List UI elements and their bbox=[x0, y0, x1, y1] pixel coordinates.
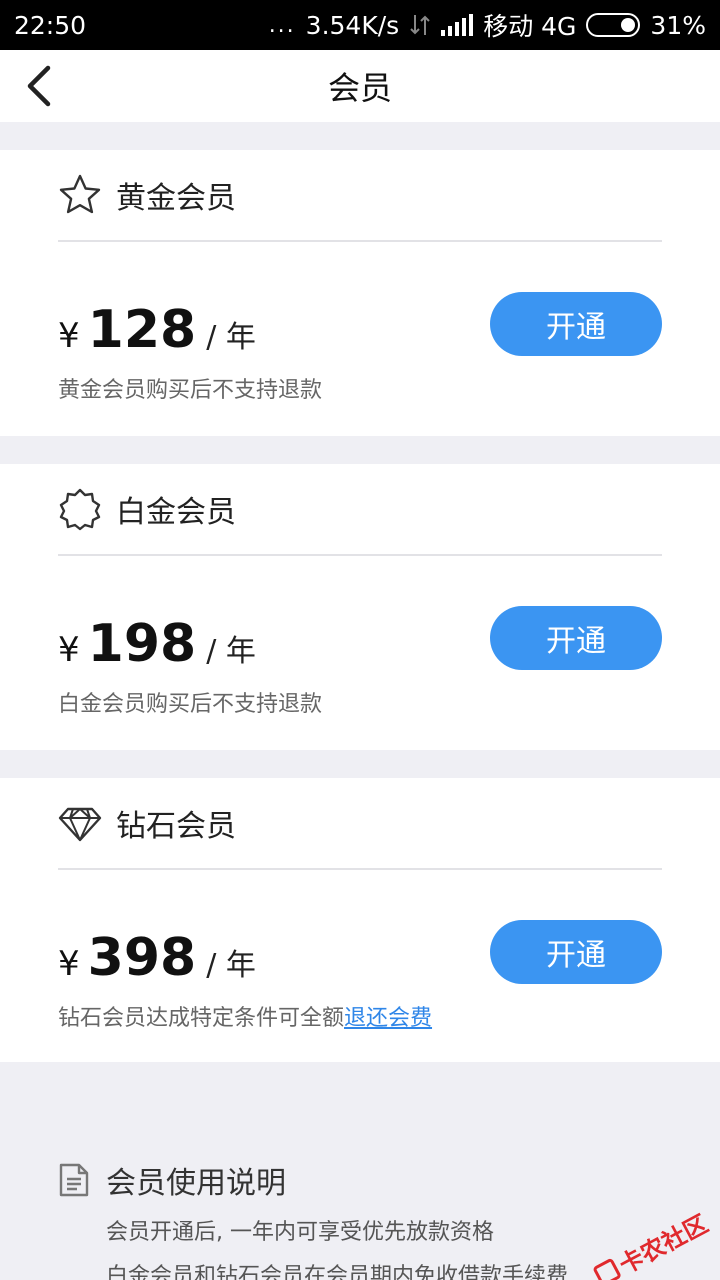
battery-level: 31% bbox=[650, 10, 706, 40]
price-amount: 398 bbox=[87, 928, 197, 988]
price-row: ¥ 128 / 年 bbox=[58, 300, 256, 360]
tier-note: 钻石会员达成特定条件可全额退还会费 bbox=[58, 1000, 432, 1032]
tier-name: 钻石会员 bbox=[116, 809, 236, 844]
membership-info: 会员使用说明 会员开通后, 一年内可享受优先放款资格 白金会员和钻石会员在会员期… bbox=[58, 1158, 658, 1280]
price-currency: ¥ bbox=[58, 630, 80, 670]
diamond-icon bbox=[58, 801, 102, 845]
info-title: 会员使用说明 bbox=[106, 1166, 286, 1201]
tier-header: 白金会员 bbox=[58, 464, 662, 556]
tier-name: 黄金会员 bbox=[116, 181, 236, 216]
tier-card-diamond: 钻石会员 ¥ 398 / 年 开通 钻石会员达成特定条件可全额退还会费 bbox=[0, 778, 720, 1062]
status-bar: 22:50 ... 3.54K/s 移动 4G 31% bbox=[0, 0, 720, 50]
net-speed: 3.54K/s bbox=[305, 10, 400, 40]
price-unit: / 年 bbox=[206, 634, 256, 669]
tier-note: 黄金会员购买后不支持退款 bbox=[58, 378, 323, 403]
price-currency: ¥ bbox=[58, 944, 80, 984]
open-platinum-button[interactable]: 开通 bbox=[490, 606, 662, 670]
status-time: 22:50 bbox=[14, 10, 87, 40]
notification-dots-icon: ... bbox=[268, 12, 296, 38]
page-title: 会员 bbox=[327, 69, 392, 107]
price-currency: ¥ bbox=[58, 316, 80, 356]
badge-icon bbox=[58, 487, 102, 531]
tier-header: 黄金会员 bbox=[58, 150, 662, 242]
carrier-label: 移动 4G bbox=[483, 12, 577, 41]
price-amount: 128 bbox=[87, 300, 197, 360]
open-gold-button[interactable]: 开通 bbox=[490, 292, 662, 356]
battery-icon bbox=[586, 13, 641, 37]
info-title-row: 会员使用说明 bbox=[58, 1158, 658, 1202]
status-right: ... 3.54K/s 移动 4G 31% bbox=[269, 7, 706, 43]
refund-fee-link[interactable]: 退还会费 bbox=[344, 1006, 432, 1031]
price-row: ¥ 398 / 年 bbox=[58, 928, 256, 988]
chevron-left-icon bbox=[27, 65, 51, 107]
document-icon bbox=[59, 1163, 89, 1197]
tier-note-text: 钻石会员达成特定条件可全额 bbox=[58, 1006, 345, 1031]
info-line: 白金会员和钻石会员在会员期内免收借款手续费 bbox=[106, 1264, 569, 1280]
tier-card-platinum: 白金会员 ¥ 198 / 年 开通 白金会员购买后不支持退款 bbox=[0, 464, 720, 750]
signal-icon bbox=[441, 14, 474, 36]
price-unit: / 年 bbox=[206, 320, 256, 355]
price-unit: / 年 bbox=[206, 948, 256, 983]
info-line: 会员开通后, 一年内可享受优先放款资格 bbox=[106, 1220, 494, 1245]
tier-name: 白金会员 bbox=[116, 495, 236, 530]
tier-note: 白金会员购买后不支持退款 bbox=[58, 692, 323, 717]
back-button[interactable] bbox=[14, 62, 62, 110]
data-transfer-icon bbox=[410, 15, 430, 35]
price-amount: 198 bbox=[87, 614, 197, 674]
tier-header: 钻石会员 bbox=[58, 778, 662, 870]
open-diamond-button[interactable]: 开通 bbox=[490, 920, 662, 984]
star-icon bbox=[58, 173, 102, 217]
price-row: ¥ 198 / 年 bbox=[58, 614, 256, 674]
tier-card-gold: 黄金会员 ¥ 128 / 年 开通 黄金会员购买后不支持退款 bbox=[0, 150, 720, 436]
nav-bar: 会员 bbox=[0, 50, 720, 122]
